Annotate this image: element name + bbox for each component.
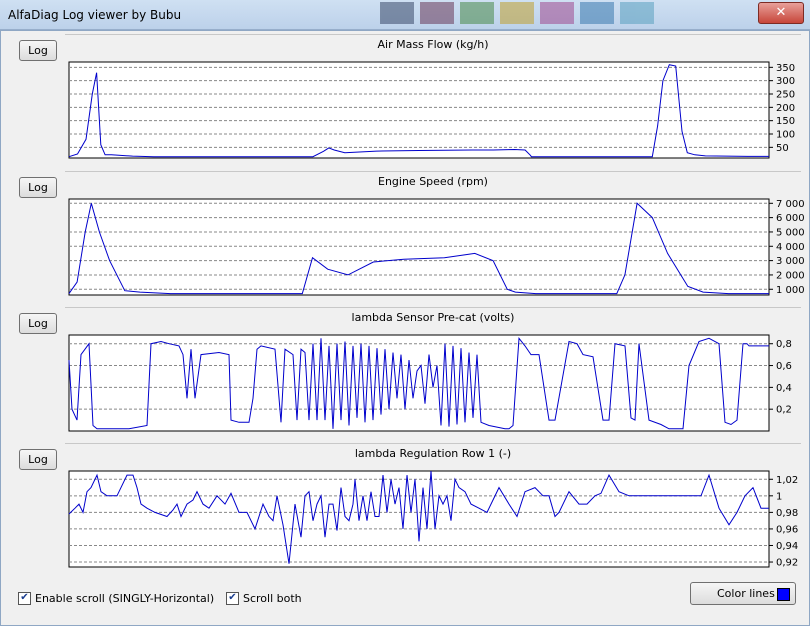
checkbox-box[interactable]: ✔ xyxy=(226,592,239,605)
color-lines-button[interactable]: Color lines xyxy=(690,582,796,605)
y-tick-label: 0,92 xyxy=(776,558,798,569)
log-button-air-mass-flow[interactable]: Log xyxy=(19,40,57,61)
main-window: Log Air Mass Flow (kg/h) 350 300 250 200 150… xyxy=(0,30,810,626)
chart-air-mass-flow: Air Mass Flow (kg/h) 350 300 250 200 150 100 5… xyxy=(65,34,801,164)
enable-scroll-checkbox[interactable]: ✔ Enable scroll (SINGLY-Horizontal) xyxy=(18,592,214,605)
y-tick-label: 100 xyxy=(776,130,795,141)
y-tick-label: 350 xyxy=(776,63,795,74)
y-tick-label: 3 000 xyxy=(776,256,805,267)
color-lines-label: Color lines xyxy=(717,587,775,600)
y-tick-label: 1,02 xyxy=(776,475,798,486)
chart-lambda-pre-cat: lambda Sensor Pre-cat (volts) 0,8 0,6 0,4 0… xyxy=(65,307,801,437)
y-tick-label: 300 xyxy=(776,76,795,87)
plot-area xyxy=(68,470,770,568)
y-tick-label: 2 000 xyxy=(776,270,805,281)
plot-area xyxy=(68,61,770,159)
enable-scroll-label: Enable scroll (SINGLY-Horizontal) xyxy=(35,592,215,605)
color-swatch xyxy=(777,588,790,601)
y-tick-label: 4 000 xyxy=(776,242,805,253)
y-tick-label: 0,4 xyxy=(776,383,792,394)
scroll-both-checkbox[interactable]: ✔ Scroll both xyxy=(226,592,302,605)
close-button[interactable]: ✕ xyxy=(758,2,804,24)
y-tick-label: 1 xyxy=(776,491,782,502)
y-tick-label: 0,8 xyxy=(776,339,792,350)
log-button-lambda-regulation[interactable]: Log xyxy=(19,449,57,470)
chart-plot[interactable]: 0,8 0,6 0,4 0,2 xyxy=(65,307,801,437)
plot-area xyxy=(68,334,770,432)
y-tick-label: 0,96 xyxy=(776,524,798,535)
y-tick-label: 7 000 xyxy=(776,199,805,210)
chart-plot[interactable]: 7 000 6 000 5 000 4 000 3 000 2 000 1 000 xyxy=(65,171,805,301)
checkbox-box[interactable]: ✔ xyxy=(18,592,31,605)
y-tick-label: 200 xyxy=(776,103,795,114)
log-button-lambda-pre-cat[interactable]: Log xyxy=(19,313,57,334)
window-titlebar[interactable]: AlfaDiag Log viewer by Bubu ✕ xyxy=(0,0,810,30)
y-tick-label: 0,6 xyxy=(776,361,792,372)
y-tick-label: 6 000 xyxy=(776,213,805,224)
log-button-engine-speed[interactable]: Log xyxy=(19,177,57,198)
chart-lambda-regulation: lambda Regulation Row 1 (-) 1,02 1 0,98 0,9… xyxy=(65,443,801,573)
plot-area xyxy=(68,198,770,296)
scroll-both-label: Scroll both xyxy=(243,592,302,605)
y-tick-label: 50 xyxy=(776,143,789,154)
y-tick-label: 0,98 xyxy=(776,508,798,519)
y-tick-label: 0,94 xyxy=(776,541,798,552)
y-tick-label: 150 xyxy=(776,116,795,127)
chart-plot[interactable]: 1,02 1 0,98 0,96 0,94 0,92 xyxy=(65,443,801,573)
y-tick-label: 250 xyxy=(776,90,795,101)
y-tick-label: 0,2 xyxy=(776,405,792,416)
chart-plot[interactable]: 350 300 250 200 150 100 50 xyxy=(65,34,801,164)
y-tick-label: 1 000 xyxy=(776,285,805,296)
y-tick-label: 5 000 xyxy=(776,227,805,238)
window-title: AlfaDiag Log viewer by Bubu xyxy=(8,8,182,22)
chart-engine-speed: Engine Speed (rpm) 7 000 6 000 5 000 4 000 3… xyxy=(65,171,805,301)
titlebar-background xyxy=(380,2,700,26)
